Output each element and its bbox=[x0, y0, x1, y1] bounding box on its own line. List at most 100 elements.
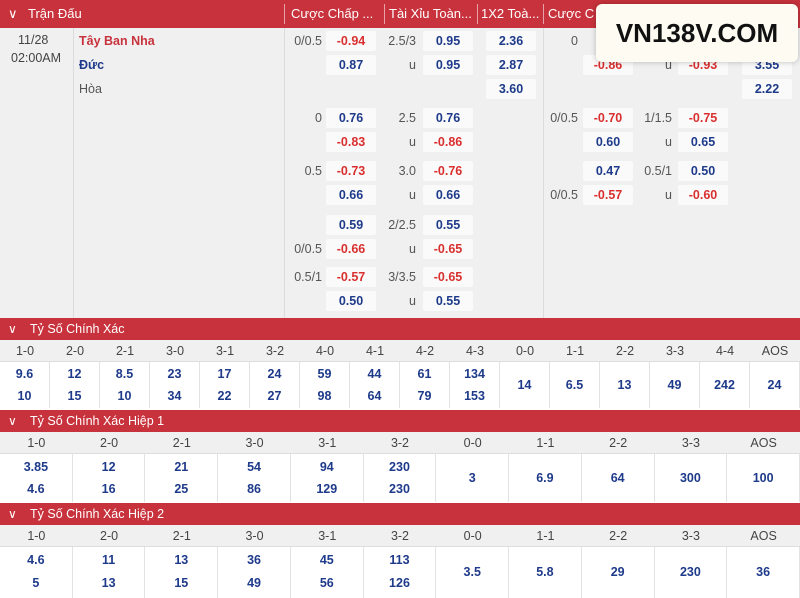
odds-cell[interactable]: 0.65 bbox=[678, 132, 728, 152]
chevron-down-icon[interactable]: ∨ bbox=[8, 503, 17, 525]
odds-cell[interactable]: 0.60 bbox=[583, 132, 633, 152]
odds-value[interactable]: 100 bbox=[727, 468, 799, 488]
score-odds-cell[interactable]: 24 27 bbox=[250, 362, 300, 408]
odds-value[interactable]: 8.5 bbox=[100, 364, 149, 384]
odds-value[interactable]: 3.5 bbox=[436, 562, 508, 582]
team-away[interactable]: Đức bbox=[79, 58, 104, 72]
score-odds-cell[interactable]: 45 56 bbox=[291, 547, 364, 598]
collapse-icon[interactable]: ∨ bbox=[8, 0, 22, 28]
score-odds-cell[interactable]: 24 bbox=[750, 362, 800, 408]
score-odds-cell[interactable]: 36 bbox=[727, 547, 800, 598]
odds-value[interactable]: 49 bbox=[650, 375, 699, 395]
odds-value[interactable]: 15 bbox=[50, 386, 99, 406]
odds-value[interactable]: 29 bbox=[582, 562, 654, 582]
odds-value[interactable]: 45 bbox=[291, 550, 363, 570]
odds-value[interactable]: 49 bbox=[218, 573, 290, 593]
score-odds-cell[interactable]: 17 22 bbox=[200, 362, 250, 408]
odds-value[interactable]: 25 bbox=[145, 479, 217, 499]
odds-value[interactable]: 24 bbox=[750, 375, 799, 395]
section-correct-score[interactable]: ∨ Tỷ Số Chính Xác bbox=[0, 318, 800, 340]
score-odds-cell[interactable]: 61 79 bbox=[400, 362, 450, 408]
odds-value[interactable]: 13 bbox=[145, 550, 217, 570]
odds-cell[interactable]: 0.50 bbox=[326, 291, 376, 311]
odds-value[interactable]: 21 bbox=[145, 457, 217, 477]
score-odds-cell[interactable]: 13 bbox=[600, 362, 650, 408]
odds-value[interactable]: 5 bbox=[0, 573, 72, 593]
odds-cell[interactable]: -0.66 bbox=[326, 239, 376, 259]
score-odds-cell[interactable]: 21 25 bbox=[145, 454, 219, 502]
odds-value[interactable]: 13 bbox=[73, 573, 145, 593]
section-correct-score-half1[interactable]: ∨ Tỷ Số Chính Xác Hiệp 1 bbox=[0, 410, 800, 432]
odds-cell[interactable]: 0.47 bbox=[583, 161, 633, 181]
odds-value[interactable]: 98 bbox=[300, 386, 349, 406]
odds-cell[interactable]: -0.75 bbox=[678, 108, 728, 128]
header-handicap-half[interactable]: Cược C bbox=[548, 0, 596, 28]
score-odds-cell[interactable]: 3.5 bbox=[436, 547, 510, 598]
header-1x2[interactable]: 1X2 Toà... bbox=[481, 0, 543, 28]
score-odds-cell[interactable]: 64 bbox=[582, 454, 655, 502]
odds-value[interactable]: 300 bbox=[655, 468, 727, 488]
score-odds-cell[interactable]: 4.6 5 bbox=[0, 547, 73, 598]
score-odds-cell[interactable]: 230 230 bbox=[364, 454, 437, 502]
odds-value[interactable]: 113 bbox=[364, 550, 436, 570]
odds-cell[interactable]: 0.76 bbox=[423, 108, 473, 128]
odds-value[interactable]: 12 bbox=[50, 364, 99, 384]
chevron-down-icon[interactable]: ∨ bbox=[8, 410, 17, 432]
odds-value[interactable]: 17 bbox=[200, 364, 249, 384]
score-odds-cell[interactable]: 13 15 bbox=[145, 547, 219, 598]
odds-cell[interactable]: 2.87 bbox=[486, 55, 536, 75]
score-odds-cell[interactable]: 54 86 bbox=[218, 454, 291, 502]
odds-cell[interactable]: -0.76 bbox=[423, 161, 473, 181]
odds-value[interactable]: 94 bbox=[291, 457, 363, 477]
odds-value[interactable]: 4.6 bbox=[0, 479, 72, 499]
odds-cell[interactable]: -0.65 bbox=[423, 239, 473, 259]
odds-cell[interactable]: 0.55 bbox=[423, 291, 473, 311]
odds-cell[interactable]: -0.65 bbox=[423, 267, 473, 287]
score-odds-cell[interactable]: 3.85 4.6 bbox=[0, 454, 73, 502]
odds-value[interactable]: 16 bbox=[73, 479, 145, 499]
score-odds-cell[interactable]: 9.6 10 bbox=[0, 362, 50, 408]
odds-cell[interactable]: 0.95 bbox=[423, 55, 473, 75]
odds-cell[interactable]: 0.59 bbox=[326, 215, 376, 235]
score-odds-cell[interactable]: 14 bbox=[500, 362, 550, 408]
odds-value[interactable]: 27 bbox=[250, 386, 299, 406]
odds-value[interactable]: 12 bbox=[73, 457, 145, 477]
odds-value[interactable]: 23 bbox=[150, 364, 199, 384]
odds-cell[interactable]: 0.76 bbox=[326, 108, 376, 128]
odds-value[interactable]: 6.5 bbox=[550, 375, 599, 395]
odds-value[interactable]: 13 bbox=[600, 375, 649, 395]
odds-cell[interactable]: 3.60 bbox=[486, 79, 536, 99]
score-odds-cell[interactable]: 230 bbox=[655, 547, 728, 598]
odds-cell[interactable]: -0.94 bbox=[326, 31, 376, 51]
odds-value[interactable]: 56 bbox=[291, 573, 363, 593]
odds-cell[interactable]: 0.95 bbox=[423, 31, 473, 51]
odds-value[interactable]: 134 bbox=[450, 364, 499, 384]
score-odds-cell[interactable]: 94 129 bbox=[291, 454, 364, 502]
odds-value[interactable]: 9.6 bbox=[0, 364, 49, 384]
score-odds-cell[interactable]: 12 15 bbox=[50, 362, 100, 408]
odds-cell[interactable]: -0.70 bbox=[583, 108, 633, 128]
odds-value[interactable]: 10 bbox=[0, 386, 49, 406]
chevron-down-icon[interactable]: ∨ bbox=[8, 318, 17, 340]
score-odds-cell[interactable]: 12 16 bbox=[73, 454, 146, 502]
odds-cell[interactable]: -0.73 bbox=[326, 161, 376, 181]
score-odds-cell[interactable]: 100 bbox=[727, 454, 800, 502]
score-odds-cell[interactable]: 29 bbox=[582, 547, 655, 598]
odds-value[interactable]: 36 bbox=[727, 562, 799, 582]
odds-value[interactable]: 64 bbox=[582, 468, 654, 488]
odds-cell[interactable]: -0.60 bbox=[678, 185, 728, 205]
score-odds-cell[interactable]: 59 98 bbox=[300, 362, 350, 408]
odds-value[interactable]: 10 bbox=[100, 386, 149, 406]
odds-value[interactable]: 153 bbox=[450, 386, 499, 406]
odds-value[interactable]: 64 bbox=[350, 386, 399, 406]
score-odds-cell[interactable]: 44 64 bbox=[350, 362, 400, 408]
score-odds-cell[interactable]: 8.5 10 bbox=[100, 362, 150, 408]
score-odds-cell[interactable]: 23 34 bbox=[150, 362, 200, 408]
score-odds-cell[interactable]: 6.5 bbox=[550, 362, 600, 408]
odds-cell[interactable]: 2.22 bbox=[742, 79, 792, 99]
odds-value[interactable]: 5.8 bbox=[509, 562, 581, 582]
score-odds-cell[interactable]: 242 bbox=[700, 362, 750, 408]
odds-value[interactable]: 4.6 bbox=[0, 550, 72, 570]
score-odds-cell[interactable]: 11 13 bbox=[73, 547, 146, 598]
odds-value[interactable]: 34 bbox=[150, 386, 199, 406]
